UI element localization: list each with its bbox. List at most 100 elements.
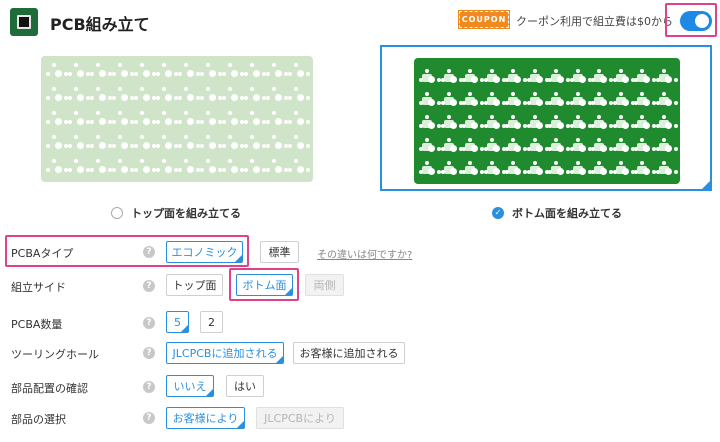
help-icon[interactable]: ? — [143, 381, 155, 393]
pcb-hole — [222, 96, 226, 100]
pcb-hole — [462, 78, 466, 82]
pcb-hole — [554, 161, 558, 165]
pcb-hole — [640, 138, 644, 142]
pcb-hole — [489, 92, 494, 96]
pcb-hole — [535, 99, 543, 106]
pcb-hole — [612, 101, 617, 105]
pcb-hole — [664, 145, 672, 152]
pcb-hole — [526, 170, 531, 174]
pcba-type-economic-button[interactable]: エコノミック — [166, 241, 243, 263]
pcb-hole — [134, 96, 138, 100]
pcb-hole — [121, 166, 128, 173]
pcb-hole — [74, 135, 78, 139]
coupon-text: クーポン利用で組立費は$0から — [516, 15, 673, 28]
pcb-hole — [618, 69, 623, 73]
qty-5-button[interactable]: 5 — [166, 311, 189, 333]
placement-yes-button[interactable]: はい — [226, 375, 264, 397]
assembly-side-label: 組立サイド — [11, 281, 66, 294]
help-icon[interactable]: ? — [143, 347, 155, 359]
pcb-hole — [178, 144, 182, 148]
pcb-hole — [118, 87, 122, 91]
pcb-hole — [96, 63, 100, 67]
difference-link[interactable]: その違いは何ですか? — [317, 246, 412, 261]
pcb-hole — [178, 72, 182, 76]
pcb-hole — [483, 78, 488, 82]
pcb-hole — [294, 159, 298, 163]
pcb-hole — [275, 142, 282, 149]
help-icon[interactable]: ? — [143, 412, 155, 424]
pcb-hole — [99, 118, 106, 125]
pcb-hole — [621, 99, 629, 106]
pcb-hole — [99, 94, 106, 101]
pcb-hole — [162, 87, 166, 91]
tooling-jlcpcb-button[interactable]: JLCPCBに追加される — [166, 342, 284, 364]
top-board-card[interactable] — [12, 45, 342, 191]
help-icon[interactable]: ? — [143, 280, 155, 292]
assembly-bottom-button[interactable]: ボトム面 — [236, 274, 293, 296]
coupon-toggle[interactable] — [680, 11, 712, 31]
bottom-side-radio[interactable] — [492, 207, 504, 219]
pcb-hole — [74, 159, 78, 163]
pcb-hole — [253, 166, 260, 173]
pcb-hole — [526, 147, 531, 151]
pcb-hole — [228, 111, 232, 115]
pcb-hole — [514, 99, 521, 106]
pcb-hole — [165, 166, 172, 173]
qty-2-button[interactable]: 2 — [200, 311, 223, 333]
pcb-hole — [200, 96, 204, 100]
pcb-hole — [118, 159, 122, 163]
pcb-hole — [46, 120, 50, 124]
pcb-hole — [569, 101, 574, 105]
pcb-hole — [272, 159, 276, 163]
help-icon[interactable]: ? — [143, 246, 155, 258]
pcb-hole — [77, 118, 84, 125]
pcb-hole — [425, 92, 429, 96]
pcb-hole — [514, 122, 521, 129]
bottom-side-option[interactable]: ボトム面を組み立てる — [492, 205, 622, 221]
pcb-hole — [209, 70, 216, 77]
pcb-hole — [143, 118, 150, 125]
pcb-hole — [597, 69, 601, 73]
pcb-hole — [156, 168, 160, 172]
pcb-hole — [548, 170, 552, 174]
pcb-hole — [288, 168, 292, 172]
pcb-hole — [118, 111, 122, 115]
top-side-option[interactable]: トップ面を組み立てる — [111, 205, 241, 221]
assembly-top-button[interactable]: トップ面 — [166, 274, 223, 296]
pcb-hole — [266, 96, 270, 100]
pcb-hole — [74, 63, 78, 67]
tooling-customer-button[interactable]: お客様に追加される — [293, 342, 405, 364]
pcb-hole — [140, 135, 144, 139]
pcb-hole — [55, 142, 62, 149]
pcb-hole — [266, 168, 270, 172]
pcb-hole — [266, 144, 270, 148]
pcb-hole — [46, 96, 50, 100]
pcb-hole — [673, 170, 678, 174]
pcb-hole — [673, 147, 678, 151]
top-side-radio[interactable] — [111, 207, 123, 219]
pcb-hole — [306, 120, 310, 124]
pcb-hole — [468, 69, 472, 73]
parts-customer-button[interactable]: お客様により — [166, 407, 245, 429]
pcb-hole — [471, 145, 478, 152]
pcb-hole — [548, 78, 552, 82]
pcb-hole — [428, 99, 435, 106]
pcb-hole — [228, 159, 232, 163]
pcb-hole — [112, 120, 116, 124]
pcb-hole — [575, 69, 580, 73]
pcb-hole — [200, 72, 204, 76]
pcb-hole — [618, 138, 623, 142]
pcb-hole — [569, 78, 574, 82]
pcb-hole — [253, 94, 260, 101]
pcb-hole — [591, 124, 595, 128]
pcba-type-standard-button[interactable]: 標準 — [260, 241, 299, 263]
bottom-board-card[interactable] — [380, 45, 712, 191]
pcb-hole — [46, 72, 50, 76]
pcb-hole — [209, 118, 216, 125]
pcb-hole — [209, 142, 216, 149]
placement-no-button[interactable]: いいえ — [166, 375, 214, 397]
pcb-hole — [462, 170, 466, 174]
help-icon[interactable]: ? — [143, 317, 155, 329]
pcb-hole — [548, 124, 552, 128]
pcb-hole — [297, 118, 304, 125]
